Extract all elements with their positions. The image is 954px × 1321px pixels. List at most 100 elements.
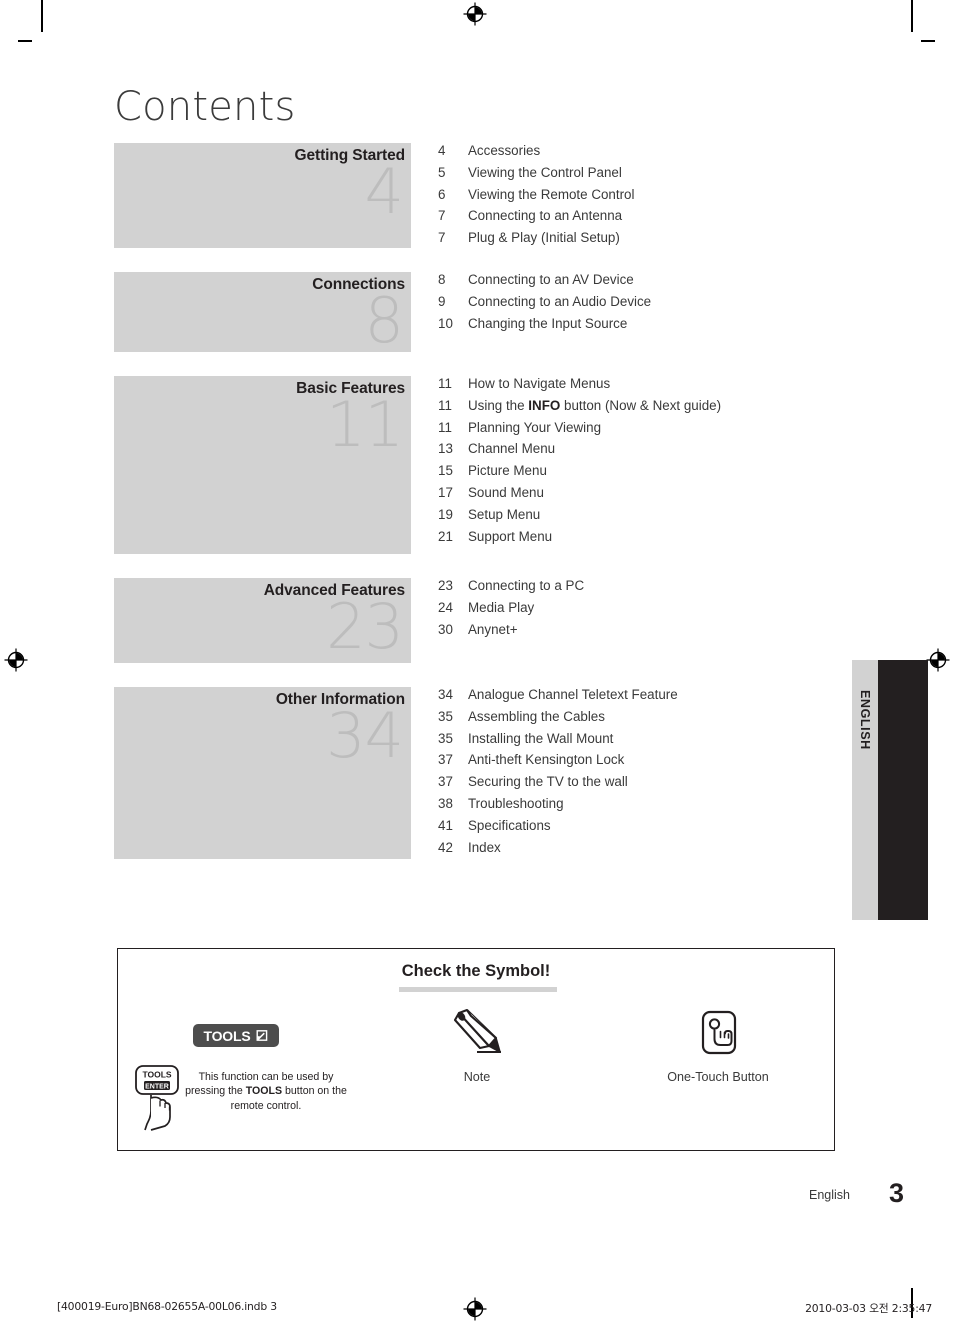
toc-entry[interactable]: 6 Viewing the Remote Control (438, 187, 918, 209)
toc-entry[interactable]: 4 Accessories (438, 143, 918, 165)
toc-entry[interactable]: 7 Connecting to an Antenna (438, 208, 918, 230)
pencil-icon (453, 1008, 501, 1053)
toc-entry[interactable]: 11 Planning Your Viewing (438, 420, 918, 442)
toc-section: Advanced Features 23 23 Connecting to a PC 2… (0, 578, 954, 663)
toc-entry[interactable]: 11 How to Navigate Menus (438, 376, 918, 398)
toc-entry-title-emphasis: INFO (528, 397, 561, 413)
toc-entry-title: Anti-theft Kensington Lock (468, 752, 625, 768)
toc-section-block: Other Information 34 (114, 687, 411, 859)
toc-entry-list: 4 Accessories 5 Viewing the Control Panel 6 V… (438, 143, 918, 252)
toc-entry[interactable]: 7 Plug & Play (Initial Setup) (438, 230, 918, 252)
svg-text:TOOLS: TOOLS (142, 1070, 171, 1080)
toc-entry-title: Connecting to an Antenna (468, 208, 623, 224)
toc-entry-page: 8 (438, 272, 446, 287)
toc-entry-title: Media Play (468, 599, 535, 615)
toc-entry-list: 23 Connecting to a PC 24 Media Play 30 Anynet… (438, 578, 918, 643)
toc-entry-title: Viewing the Control Panel (468, 164, 622, 180)
registration-mark-bottom (463, 1297, 487, 1321)
toc-entry-page: 38 (438, 795, 453, 811)
toc-entry-page: 30 (438, 621, 453, 637)
toc-entry-title: Connecting to an AV Device (468, 272, 634, 287)
toc-entry-list: 34 Analogue Channel Teletext Feature 35 Ass… (438, 687, 918, 861)
toc-entry[interactable]: 17 Sound Menu (438, 485, 918, 507)
toc-entry-title: How to Navigate Menus (468, 376, 611, 391)
toc-entry-title: Anynet+ (468, 621, 518, 637)
toc-section-block: Basic Features 11 (114, 376, 411, 554)
toc-entry[interactable]: 9 Connecting to an Audio Device (438, 294, 918, 316)
toc-entry[interactable]: 30 Anynet+ (438, 622, 918, 644)
toc-entry-page: 11 (438, 419, 452, 435)
toc-entry[interactable]: 35 Assembling the Cables (438, 709, 918, 731)
toc-section-block: Connections 8 (114, 272, 411, 352)
toc-entry-title: Securing the TV to the wall (468, 774, 628, 790)
toc-section-start-page: 11 (326, 388, 404, 461)
toc-entry-title: Planning Your Viewing (468, 419, 602, 435)
crop-mark-top-left-vertical (41, 0, 43, 32)
toc-section: Basic Features 11 11 How to Navigate Menus 1… (0, 376, 954, 554)
toc-entry[interactable]: 38 Troubleshooting (438, 796, 918, 818)
toc-section-start-page: 34 (326, 699, 404, 772)
toc-entry[interactable]: 23 Connecting to a PC (438, 578, 918, 600)
toc-section-start-page: 4 (364, 155, 404, 228)
toc-entry-page: 5 (438, 164, 446, 180)
toc-entry[interactable]: 24 Media Play (438, 600, 918, 622)
toc-entry-title: Installing the Wall Mount (468, 730, 614, 746)
toc-entry-list: 11 How to Navigate Menus 11 Using the INFO … (438, 376, 918, 550)
crop-mark-top-right-vertical (911, 0, 913, 32)
toc-entry[interactable]: 41 Specifications (438, 818, 918, 840)
symbol-box-heading-underline (399, 987, 557, 992)
toc-entry[interactable]: 11 Using the INFO button (Now & Next guid… (438, 398, 918, 420)
toc-entry-page: 21 (438, 528, 453, 544)
toc-section-block: Advanced Features 23 (114, 578, 411, 663)
registration-mark-top (463, 2, 487, 26)
toc-entry[interactable]: 13 Channel Menu (438, 441, 918, 463)
tools-description-line1: This function can be used by (198, 1071, 334, 1083)
toc-entry[interactable]: 34 Analogue Channel Teletext Feature (438, 687, 918, 709)
crop-mark-top-right-horizontal (921, 40, 935, 42)
svg-text:ENTER: ENTER (145, 1083, 169, 1090)
toc-entry-title: Changing the Input Source (468, 315, 628, 331)
toc-entry[interactable]: 42 Index (438, 840, 918, 862)
toc-entry-title: Using the INFO button (Now & Next guide) (468, 397, 722, 413)
toc-entry-page: 34 (438, 687, 453, 702)
toc-entry[interactable]: 5 Viewing the Control Panel (438, 165, 918, 187)
tools-description-line3: remote control. (230, 1099, 302, 1112)
toc-section-block: Getting Started 4 (114, 143, 411, 248)
toc-entry-page: 11 (438, 376, 452, 391)
note-caption: Note (463, 1070, 491, 1084)
toc-entry-page: 6 (438, 186, 446, 202)
toc-entry[interactable]: 37 Anti-theft Kensington Lock (438, 752, 918, 774)
toc-entry-page: 23 (438, 578, 453, 593)
print-footer-filename: [400019-Euro]BN68-02655A-00L06.indb 3 (57, 1300, 277, 1313)
toc-entry-title: Channel Menu (468, 441, 556, 457)
toc-entry-page: 24 (438, 599, 453, 615)
toc-entry-page: 13 (438, 441, 453, 457)
toc-entry-title: Setup Menu (468, 506, 541, 522)
toc-entry-list: 8 Connecting to an AV Device 9 Connecting t… (438, 272, 918, 337)
toc-entry-page: 7 (438, 208, 446, 224)
toc-entry-title: Accessories (468, 143, 541, 158)
toc-entry-page: 4 (438, 143, 446, 158)
toc-entry-page: 17 (438, 484, 453, 500)
toc-entry-title: Troubleshooting (468, 795, 564, 811)
toc-entry[interactable]: 10 Changing the Input Source (438, 316, 918, 338)
enter-arrow-icon (257, 1030, 268, 1041)
toc-entry[interactable]: 37 Securing the TV to the wall (438, 774, 918, 796)
footer-language-label: English (809, 1188, 850, 1202)
toc-entry[interactable]: 35 Installing the Wall Mount (438, 731, 918, 753)
toc-entry-page: 41 (438, 817, 453, 833)
toc-section-start-page: 8 (364, 284, 404, 357)
toc-entry[interactable]: 8 Connecting to an AV Device (438, 272, 918, 294)
one-touch-button-icon (701, 1010, 737, 1055)
one-touch-button-caption: One-Touch Button (667, 1070, 769, 1084)
toc-entry[interactable]: 19 Setup Menu (438, 507, 918, 529)
toc-entry-page: 35 (438, 708, 453, 724)
toc-entry-title: Index (468, 839, 501, 855)
crop-mark-top-left-horizontal (18, 40, 32, 42)
toc-entry[interactable]: 15 Picture Menu (438, 463, 918, 485)
tools-badge-label: TOOLS (203, 1027, 251, 1044)
toc-entry[interactable]: 21 Support Menu (438, 529, 918, 551)
print-footer-timestamp: 2010-03-03 오전 2:35:47 (805, 1302, 932, 1315)
toc-entry-title: Specifications (468, 817, 551, 833)
toc-entry-title: Assembling the Cables (468, 708, 605, 724)
